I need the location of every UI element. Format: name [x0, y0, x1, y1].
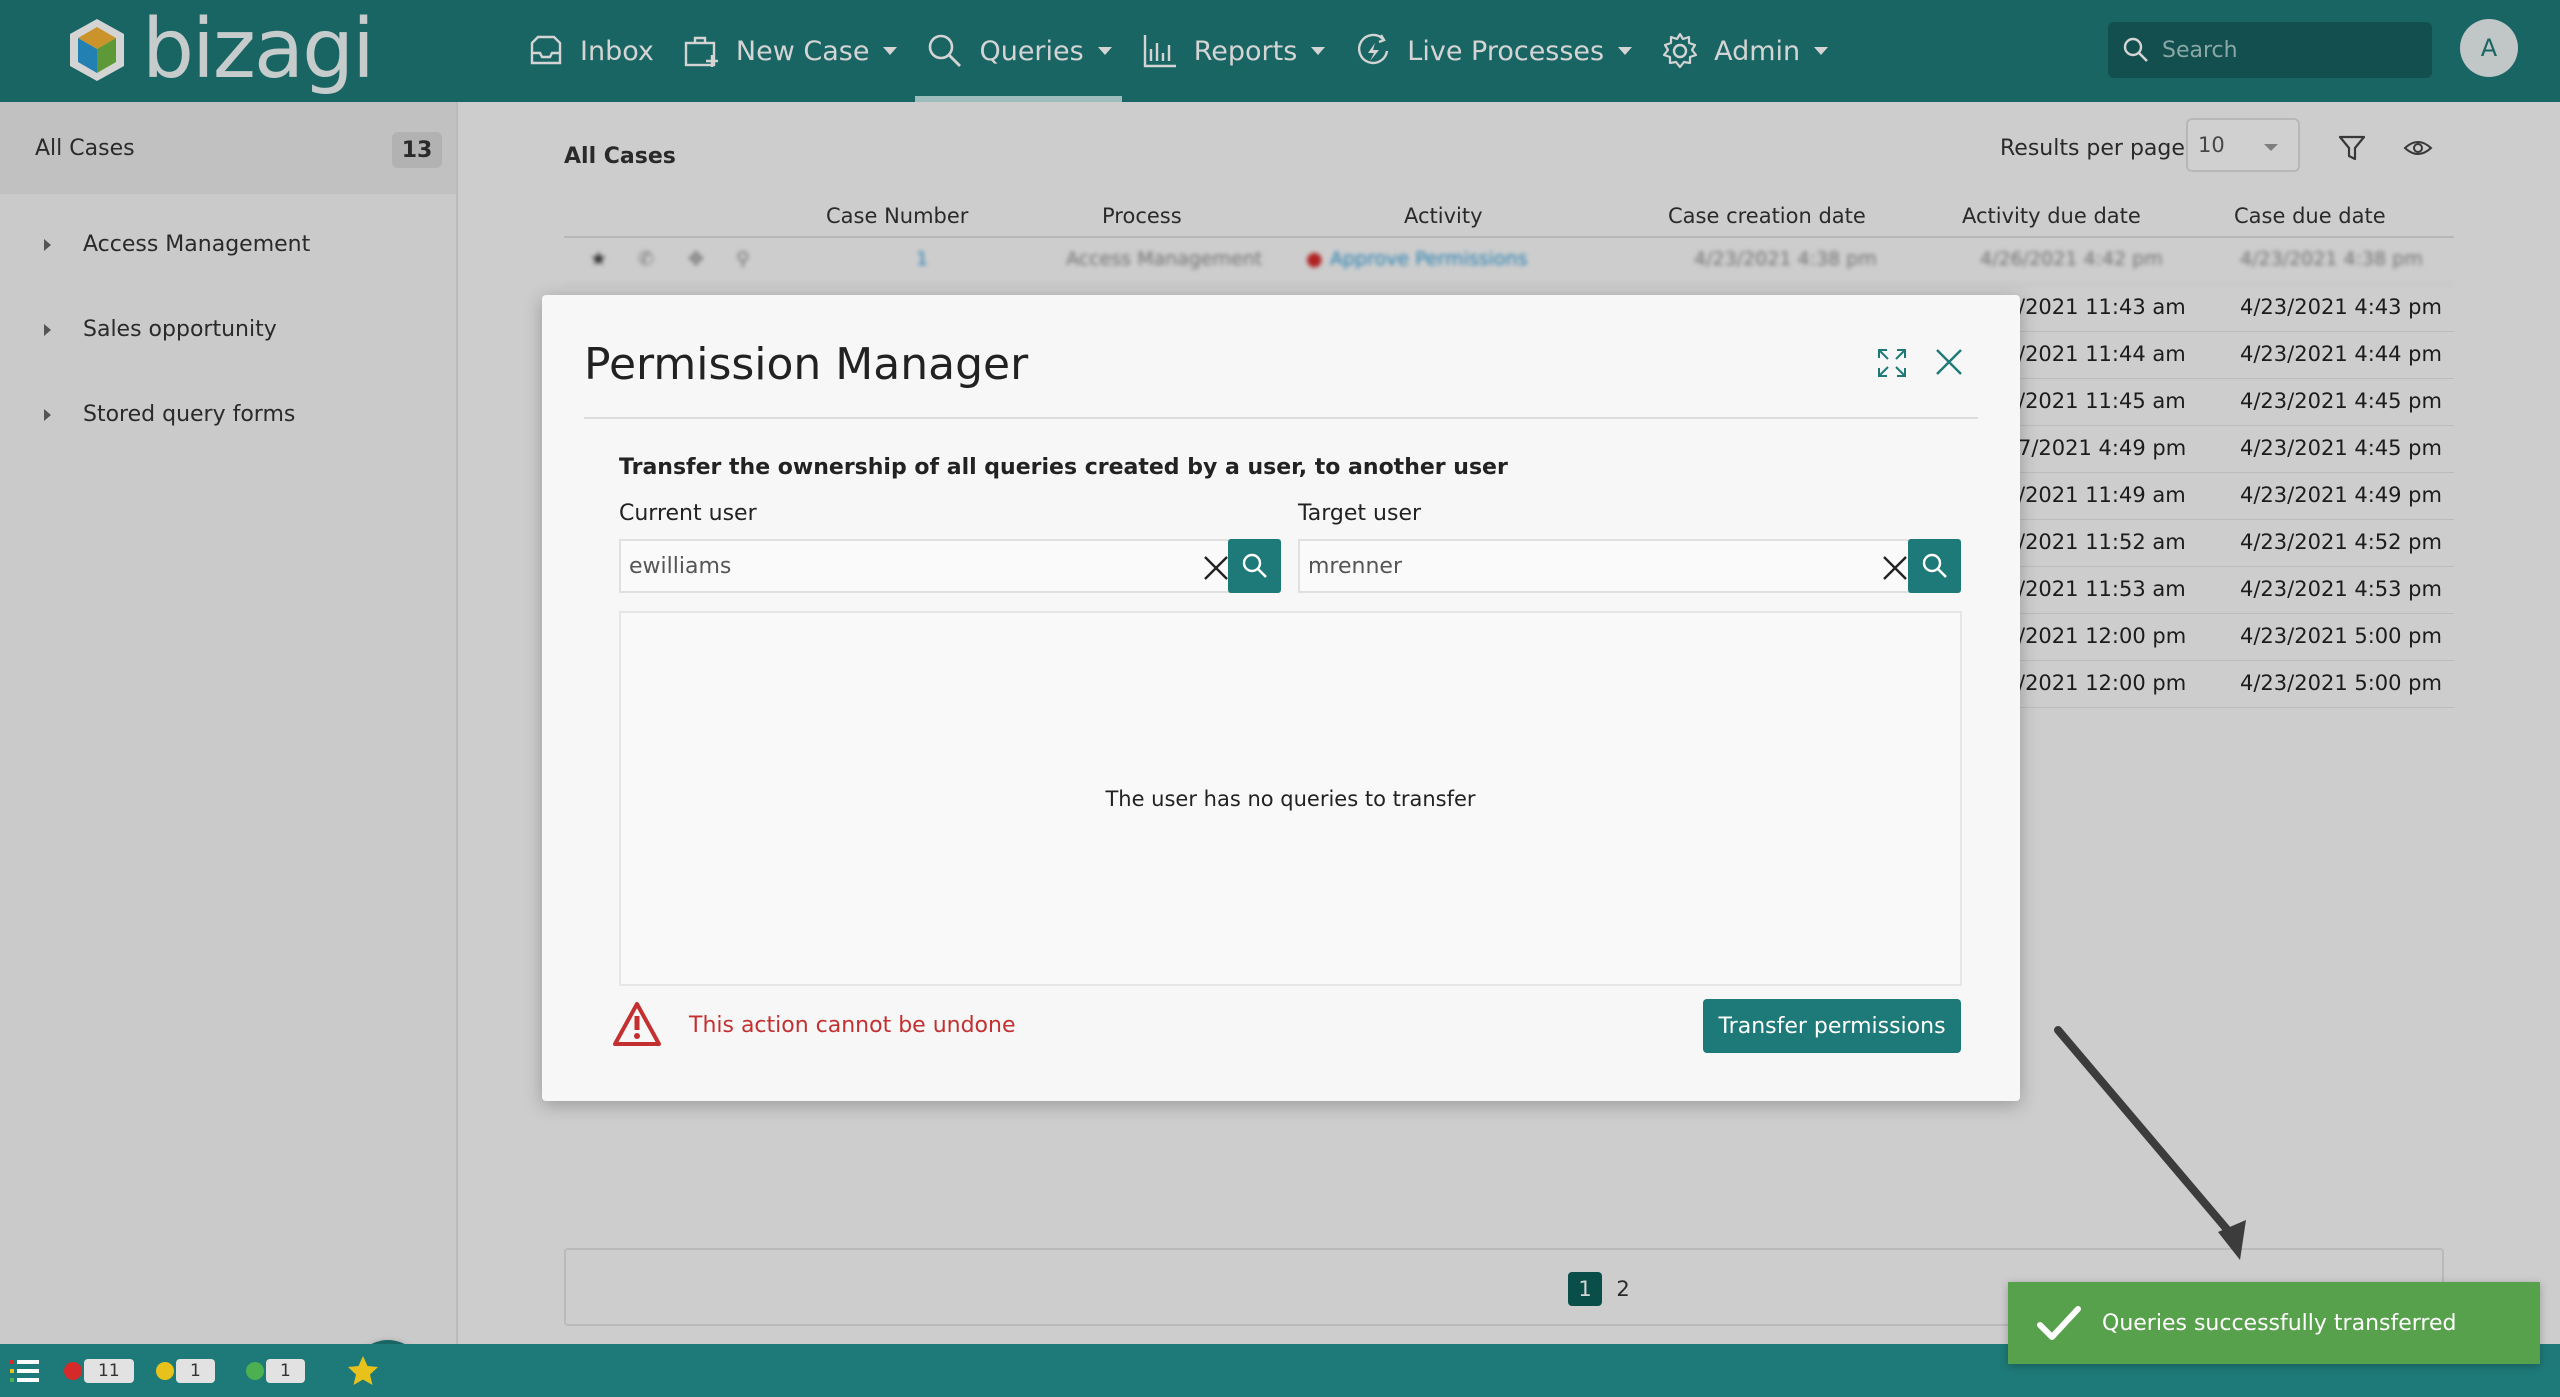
dialog-description: Transfer the ownership of all queries cr… [619, 455, 1508, 480]
at-risk-cases-pill[interactable]: 1 [156, 1358, 215, 1384]
search-icon [1922, 553, 1947, 578]
overdue-count: 11 [84, 1359, 134, 1383]
target-user-search-button[interactable] [1908, 539, 1961, 593]
search-icon [1242, 553, 1267, 578]
dialog-title: Permission Manager [584, 339, 1029, 390]
clear-icon[interactable] [1880, 553, 1910, 583]
current-user-search-button[interactable] [1228, 539, 1281, 593]
maximize-icon[interactable] [1876, 347, 1908, 379]
toast-message: Queries successfully transferred [2102, 1310, 2457, 1336]
green-status-dot-icon [246, 1362, 264, 1380]
yellow-status-dot-icon [156, 1362, 174, 1380]
target-user-field[interactable] [1298, 539, 1918, 593]
checkmark-icon [2037, 1306, 2081, 1340]
success-toast[interactable]: Queries successfully transferred [2008, 1282, 2540, 1364]
target-user-label: Target user [1298, 501, 1422, 526]
current-user-field[interactable] [619, 539, 1239, 593]
overdue-cases-pill[interactable]: 11 [64, 1358, 134, 1384]
red-status-dot-icon [64, 1362, 82, 1380]
queries-result-panel: The user has no queries to transfer [619, 611, 1962, 986]
empty-state-message: The user has no queries to transfer [1105, 786, 1476, 811]
at-risk-count: 1 [176, 1359, 215, 1383]
warning-icon [613, 1002, 661, 1046]
current-user-label: Current user [619, 501, 757, 526]
warning-message: This action cannot be undone [689, 1013, 1016, 1038]
on-time-cases-pill[interactable]: 1 [246, 1358, 305, 1384]
dialog-divider [584, 417, 1978, 419]
current-user-input[interactable] [621, 553, 1237, 579]
annotation-arrow-icon [2054, 1026, 2246, 1260]
permission-manager-dialog: Permission Manager Transfer the ownershi… [542, 295, 2020, 1101]
close-icon[interactable] [1934, 347, 1964, 377]
star-icon[interactable] [346, 1354, 380, 1388]
transfer-permissions-button[interactable]: Transfer permissions [1703, 999, 1961, 1053]
target-user-input[interactable] [1300, 553, 1916, 579]
clear-icon[interactable] [1201, 553, 1231, 583]
on-time-count: 1 [266, 1359, 305, 1383]
list-icon[interactable] [8, 1354, 42, 1388]
